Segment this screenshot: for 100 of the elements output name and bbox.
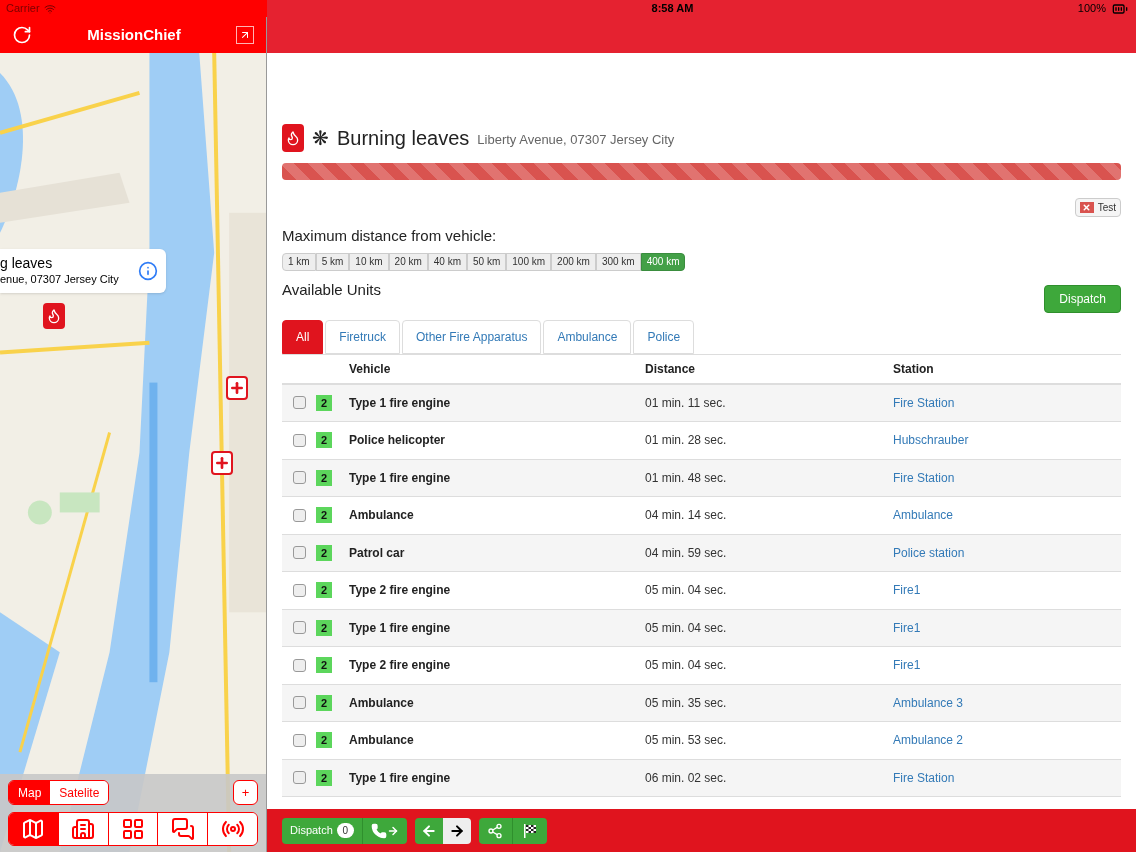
station-link[interactable]: Hubschrauber xyxy=(893,431,969,450)
info-icon[interactable] xyxy=(138,261,158,281)
distance-cell-text: 01 min. 48 sec. xyxy=(645,469,728,487)
row-checkbox[interactable] xyxy=(292,433,306,447)
unit-row[interactable]: 2 Patrol car 04 min. 59 sec. Police station xyxy=(282,534,1121,572)
count-badge: 2 xyxy=(316,657,332,674)
chat-icon xyxy=(170,817,195,841)
unit-tab[interactable]: Firetruck xyxy=(325,319,400,354)
station-link[interactable]: Fire Station xyxy=(893,393,955,412)
map-type-tab[interactable]: Map xyxy=(9,781,51,804)
row-checkbox[interactable] xyxy=(292,471,306,485)
station-link[interactable]: Ambulance xyxy=(893,506,954,525)
arrow-right-icon xyxy=(386,824,399,837)
distance-option[interactable]: 300 km xyxy=(595,252,641,271)
unit-row[interactable]: 2 Ambulance 05 min. 35 sec. Ambulance 3 xyxy=(282,684,1121,722)
wifi-icon xyxy=(43,2,56,15)
zoom-button[interactable]: + xyxy=(233,780,258,805)
distance-option[interactable]: 1 km xyxy=(282,252,316,271)
distance-option[interactable]: 200 km xyxy=(551,252,596,271)
finish-button[interactable] xyxy=(512,817,547,844)
row-checkbox[interactable] xyxy=(292,771,306,785)
unit-tab[interactable]: Police xyxy=(633,319,695,354)
test-button[interactable]: Test xyxy=(1074,198,1121,217)
count-badge: 2 xyxy=(316,619,332,636)
station-link[interactable]: Fire Station xyxy=(893,768,955,787)
fire-marker[interactable] xyxy=(43,303,65,329)
count-badge: 2 xyxy=(316,394,332,411)
distance-cell-text: 04 min. 14 sec. xyxy=(645,507,728,525)
row-checkbox[interactable] xyxy=(292,508,306,522)
unit-tab[interactable]: All xyxy=(282,319,324,354)
carrier-label: Carrier xyxy=(6,1,40,17)
distance-option[interactable]: 10 km xyxy=(349,252,389,271)
station-link[interactable]: Fire1 xyxy=(893,656,921,675)
station-link[interactable]: Ambulance 3 xyxy=(893,693,964,712)
call-forward-button[interactable] xyxy=(362,817,407,844)
distance-cell-text: 01 min. 11 sec. xyxy=(645,394,727,412)
station-link[interactable]: Fire1 xyxy=(893,581,921,600)
count-badge: 2 xyxy=(316,469,332,486)
unit-row[interactable]: 2 Type 1 fire engine 05 min. 04 sec. Fire1 xyxy=(282,609,1121,647)
mission-title: Burning leaves xyxy=(337,126,470,151)
unit-tab[interactable]: Other Fire Apparatus xyxy=(402,319,542,354)
dispatch-count-button[interactable]: Dispatch 0 xyxy=(282,817,363,844)
vehicle-name: Type 1 fire engine xyxy=(349,619,452,637)
nav-tab[interactable] xyxy=(107,813,158,845)
map-type-tab[interactable]: Satelite xyxy=(50,781,109,804)
popup-address: enue, 07307 Jersey City xyxy=(0,272,119,287)
station-link[interactable]: Ambulance 2 xyxy=(893,731,964,750)
distance-label: Maximum distance from vehicle: xyxy=(282,226,498,246)
column-header: Distance xyxy=(645,360,697,378)
nav-arrow-button[interactable] xyxy=(442,817,471,844)
count-badge: 2 xyxy=(316,732,332,749)
medical-marker[interactable] xyxy=(226,376,248,400)
mission-symbol: ❋ xyxy=(312,126,329,151)
nav-tab[interactable] xyxy=(207,813,257,845)
row-checkbox[interactable] xyxy=(292,396,306,410)
distance-option[interactable]: 20 km xyxy=(388,252,428,271)
medical-marker[interactable] xyxy=(211,451,233,475)
row-checkbox[interactable] xyxy=(292,583,306,597)
vehicle-name: Police helicopter xyxy=(349,432,447,450)
vehicle-name: Ambulance xyxy=(349,507,415,525)
distance-cell-text: 01 min. 28 sec. xyxy=(645,432,728,450)
distance-option[interactable]: 50 km xyxy=(467,252,507,271)
distance-cell-text: 04 min. 59 sec. xyxy=(645,544,728,562)
distance-option[interactable]: 100 km xyxy=(506,252,552,271)
expand-button[interactable] xyxy=(236,26,254,44)
nav-tab[interactable] xyxy=(57,813,108,845)
station-link[interactable]: Police station xyxy=(893,543,965,562)
vehicle-name: Type 2 fire engine xyxy=(349,657,452,675)
unit-row[interactable]: 2 Type 1 fire engine 01 min. 11 sec. Fire Station xyxy=(282,384,1121,422)
row-checkbox[interactable] xyxy=(292,733,306,747)
distance-cell-text: 05 min. 35 sec. xyxy=(645,694,728,712)
share-icon xyxy=(487,822,504,839)
row-checkbox[interactable] xyxy=(292,658,306,672)
map-icon xyxy=(21,817,46,841)
close-icon xyxy=(1079,202,1094,213)
column-header: Vehicle xyxy=(349,360,392,378)
unit-row[interactable]: 2 Type 1 fire engine 01 min. 48 sec. Fire Station xyxy=(282,459,1121,497)
station-link[interactable]: Fire1 xyxy=(893,618,921,637)
station-link[interactable]: Fire Station xyxy=(893,468,955,487)
distance-cell-text: 05 min. 53 sec. xyxy=(645,732,728,750)
popup-title: g leaves xyxy=(0,255,54,273)
distance-option[interactable]: 5 km xyxy=(315,252,350,271)
units-heading: Available Units xyxy=(282,279,381,300)
unit-tab[interactable]: Ambulance xyxy=(543,319,632,354)
row-checkbox[interactable] xyxy=(292,621,306,635)
phone-icon xyxy=(370,822,387,839)
nav-tab[interactable] xyxy=(157,813,208,845)
count-badge: 2 xyxy=(316,769,332,786)
vehicle-name: Type 1 fire engine xyxy=(349,769,452,787)
row-checkbox[interactable] xyxy=(292,696,306,710)
share-button[interactable] xyxy=(478,817,513,844)
checkered-flag-icon xyxy=(521,822,538,839)
vehicle-name: Ambulance xyxy=(349,694,415,712)
refresh-button[interactable] xyxy=(12,25,32,45)
unit-row[interactable]: 2 Type 1 fire engine 06 min. 02 sec. Fire Station xyxy=(282,759,1121,797)
nav-tab[interactable] xyxy=(9,813,58,845)
distance-cell-text: 06 min. 02 sec. xyxy=(645,769,728,787)
distance-option[interactable]: 40 km xyxy=(427,252,468,271)
row-checkbox[interactable] xyxy=(292,546,306,560)
flame-icon xyxy=(46,308,62,324)
